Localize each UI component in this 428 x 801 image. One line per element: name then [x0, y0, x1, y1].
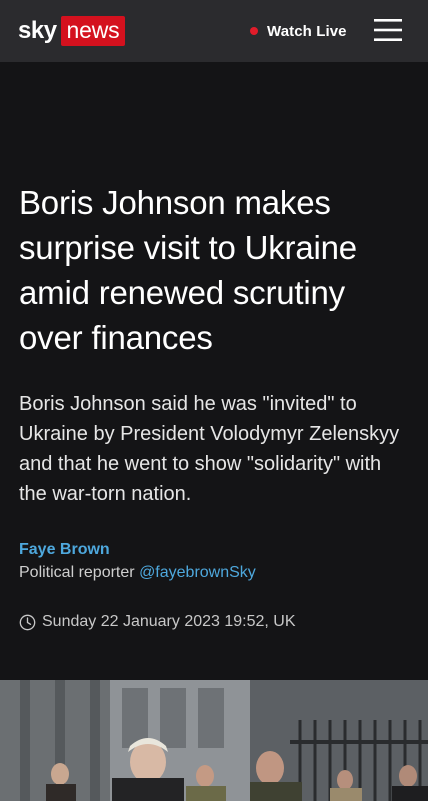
clock-icon — [19, 614, 36, 630]
sky-news-logo[interactable]: sky news — [18, 14, 126, 48]
published-timestamp: Sunday 22 January 2023 19:52, UK — [19, 611, 296, 633]
menu-button[interactable] — [374, 18, 402, 42]
site-header: sky news Watch Live — [0, 0, 428, 62]
hero-photo[interactable] — [0, 680, 428, 801]
timestamp-text: Sunday 22 January 2023 19:52, UK — [42, 613, 296, 630]
watch-live-label: Watch Live — [267, 22, 347, 40]
author-role-line: Political reporter @fayebrownSky — [19, 562, 414, 584]
author-name-link[interactable]: Faye Brown — [19, 539, 414, 561]
author-twitter-handle[interactable]: @fayebrownSky — [139, 564, 256, 581]
article-page: sky news Watch Live Boris Johnson makes … — [0, 0, 428, 801]
hamburger-menu-icon — [374, 19, 402, 41]
byline: Faye Brown Political reporter @fayebrown… — [19, 539, 414, 584]
logo-sky-text: sky — [18, 17, 57, 44]
logo-news-badge: news — [60, 16, 126, 46]
watch-live-button[interactable]: Watch Live — [250, 20, 347, 42]
author-role: Political reporter — [19, 564, 135, 581]
live-dot-icon — [250, 27, 258, 35]
article-headline: Boris Johnson makes surprise visit to Uk… — [19, 184, 357, 356]
photo-icon — [0, 680, 428, 801]
article-standfirst: Boris Johnson said he was "invited" to U… — [19, 393, 400, 505]
